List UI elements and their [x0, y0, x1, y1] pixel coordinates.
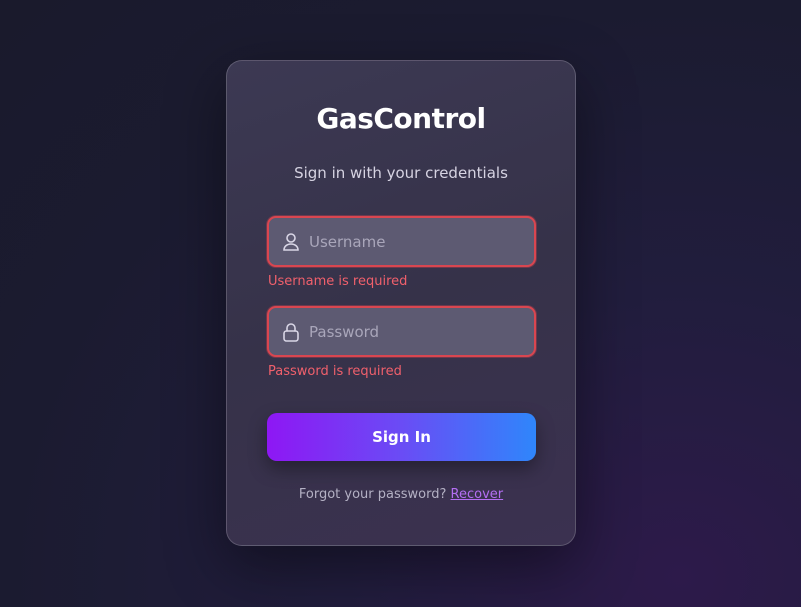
recover-link[interactable]: Recover — [451, 487, 504, 502]
lock-icon — [281, 322, 301, 342]
username-error: Username is required — [268, 274, 408, 289]
password-input[interactable] — [309, 308, 534, 355]
username-field[interactable] — [267, 216, 536, 267]
recover-prompt: Forgot your password? Recover — [227, 487, 575, 502]
password-field[interactable] — [267, 306, 536, 357]
app-title: GasControl — [316, 102, 486, 135]
user-icon — [281, 232, 301, 252]
username-input[interactable] — [309, 218, 534, 265]
password-error: Password is required — [268, 364, 402, 379]
sign-in-button[interactable]: Sign In — [267, 413, 536, 461]
login-card: GasControl Sign in with your credentials… — [226, 60, 576, 546]
forgot-password-text: Forgot your password? — [298, 487, 447, 502]
login-subtitle: Sign in with your credentials — [294, 164, 508, 182]
